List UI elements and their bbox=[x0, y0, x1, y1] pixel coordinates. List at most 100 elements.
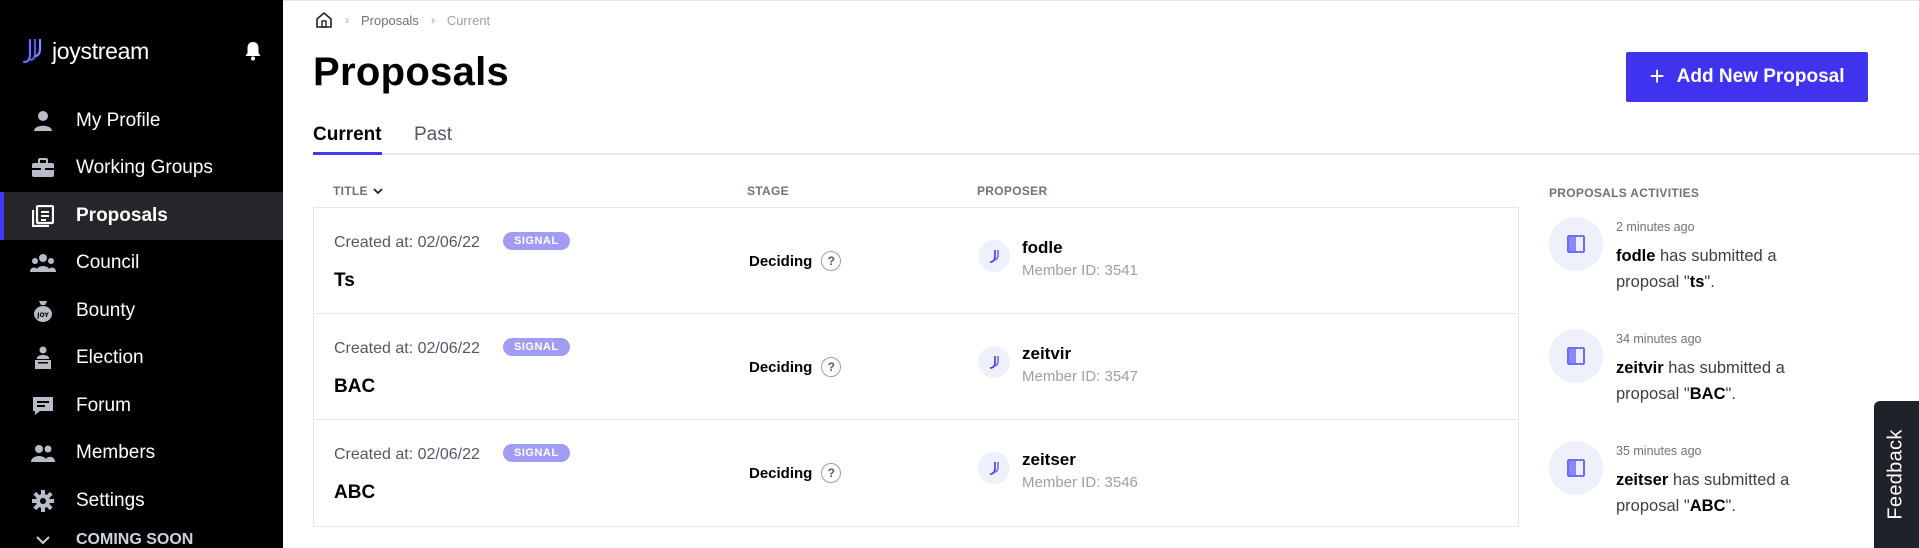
help-icon[interactable]: ? bbox=[821, 357, 842, 377]
members-icon bbox=[30, 440, 56, 466]
joystream-logo-icon bbox=[22, 38, 42, 64]
activity-text-end: ". bbox=[1725, 497, 1736, 515]
avatar bbox=[978, 240, 1010, 272]
feedback-label: Feedback bbox=[1885, 429, 1908, 520]
coming-soon-toggle[interactable]: COMING SOON bbox=[0, 525, 283, 548]
sidebar-item-label: My Profile bbox=[76, 109, 161, 131]
sidebar-nav: My Profile Working Groups Proposals Coun… bbox=[0, 97, 283, 548]
sidebar-item-label: Working Groups bbox=[76, 157, 213, 179]
sidebar: joystream My Profile Working Groups Prop… bbox=[0, 0, 283, 548]
activity-text-end: ". bbox=[1704, 273, 1715, 291]
tab-past[interactable]: Past bbox=[414, 124, 452, 152]
sidebar-item-bounty[interactable]: JOY Bounty bbox=[0, 287, 283, 335]
proposer[interactable]: fodle Member ID: 3541 bbox=[978, 238, 1138, 279]
activity-proposal[interactable]: ABC bbox=[1690, 497, 1726, 515]
activity-time: 34 minutes ago bbox=[1616, 332, 1702, 346]
activity-proposal[interactable]: ts bbox=[1690, 273, 1705, 291]
member-id: Member ID: 3547 bbox=[1022, 368, 1138, 385]
sidebar-item-label: Election bbox=[76, 347, 144, 369]
activity-member[interactable]: fodle bbox=[1616, 247, 1655, 265]
proposer-name: fodle bbox=[1022, 238, 1063, 257]
proposal-activity-icon bbox=[1549, 217, 1603, 271]
user-icon bbox=[30, 108, 56, 134]
stage-label: Deciding bbox=[749, 464, 813, 482]
proposer[interactable]: zeitvir Member ID: 3547 bbox=[978, 344, 1138, 385]
add-new-proposal-button[interactable]: + Add New Proposal bbox=[1626, 52, 1868, 102]
proposal-activity-icon bbox=[1549, 441, 1603, 495]
sidebar-item-council[interactable]: Council bbox=[0, 240, 283, 288]
proposal-type-badge: SIGNAL bbox=[503, 232, 570, 250]
bell-icon[interactable] bbox=[244, 41, 262, 61]
created-at: Created at: 02/06/22 bbox=[334, 340, 480, 357]
proposer-name: zeitser bbox=[1022, 450, 1076, 469]
member-id: Member ID: 3541 bbox=[1022, 262, 1138, 279]
sidebar-item-proposals[interactable]: Proposals bbox=[0, 192, 283, 240]
help-icon[interactable]: ? bbox=[821, 463, 842, 483]
main-content: › Proposals › Current Proposals + Add Ne… bbox=[283, 0, 1919, 548]
activity-member[interactable]: zeitser bbox=[1616, 471, 1668, 489]
proposal-activity-icon bbox=[1549, 329, 1603, 383]
proposal-title[interactable]: ABC bbox=[334, 482, 375, 504]
sidebar-item-election[interactable]: Election bbox=[0, 335, 283, 383]
coming-soon-label: COMING SOON bbox=[76, 530, 194, 548]
home-icon[interactable] bbox=[315, 11, 333, 29]
activity-proposal[interactable]: BAC bbox=[1690, 385, 1726, 403]
help-icon[interactable]: ? bbox=[821, 251, 842, 271]
breadcrumb-current: Current bbox=[446, 12, 491, 28]
sidebar-item-forum[interactable]: Forum bbox=[0, 382, 283, 430]
sidebar-item-label: Proposals bbox=[76, 204, 168, 226]
column-proposer-header: PROPOSER bbox=[977, 184, 1048, 198]
bounty-icon: JOY bbox=[30, 298, 56, 324]
chevron-down-icon bbox=[373, 188, 383, 195]
add-new-proposal-label: Add New Proposal bbox=[1676, 66, 1845, 87]
activity-text: zeitvir has submitted a proposal "BAC". bbox=[1616, 355, 1816, 407]
proposal-type-badge: SIGNAL bbox=[503, 444, 570, 462]
proposal-stage: Deciding ? bbox=[749, 251, 842, 271]
proposal-title[interactable]: Ts bbox=[334, 270, 355, 292]
stage-label: Deciding bbox=[749, 252, 813, 270]
activity-time: 2 minutes ago bbox=[1616, 220, 1695, 234]
sidebar-item-my-profile[interactable]: My Profile bbox=[0, 97, 283, 145]
activity-text: fodle has submitted a proposal "ts". bbox=[1616, 243, 1816, 295]
top-divider bbox=[283, 0, 1919, 1]
sidebar-item-label: Settings bbox=[76, 489, 145, 511]
member-id: Member ID: 3546 bbox=[1022, 474, 1138, 491]
avatar bbox=[978, 346, 1010, 378]
plus-icon: + bbox=[1649, 61, 1665, 91]
feedback-button[interactable]: Feedback bbox=[1874, 401, 1919, 548]
sidebar-item-working-groups[interactable]: Working Groups bbox=[0, 145, 283, 193]
column-stage-header: STAGE bbox=[747, 184, 789, 198]
stage-label: Deciding bbox=[749, 358, 813, 376]
sidebar-item-label: Council bbox=[76, 252, 140, 274]
breadcrumb: › Proposals › Current bbox=[315, 11, 490, 29]
proposals-icon bbox=[30, 203, 56, 229]
column-title-header[interactable]: TITLE bbox=[333, 184, 384, 198]
activity-text-end: ". bbox=[1725, 385, 1736, 403]
table-row[interactable]: Created at: 02/06/22 SIGNAL Ts Deciding … bbox=[314, 208, 1518, 314]
proposer[interactable]: zeitser Member ID: 3546 bbox=[978, 450, 1138, 491]
breadcrumb-separator: › bbox=[430, 13, 435, 27]
proposal-stage: Deciding ? bbox=[749, 357, 842, 377]
proposals-table: Created at: 02/06/22 SIGNAL Ts Deciding … bbox=[313, 207, 1519, 527]
activity-member[interactable]: zeitvir bbox=[1616, 359, 1664, 377]
sidebar-item-settings[interactable]: Settings bbox=[0, 477, 283, 525]
gear-icon bbox=[30, 488, 56, 514]
council-icon bbox=[30, 250, 56, 276]
proposal-title[interactable]: BAC bbox=[334, 376, 375, 398]
page-title: Proposals bbox=[313, 50, 510, 94]
sidebar-item-label: Forum bbox=[76, 394, 131, 416]
tab-current[interactable]: Current bbox=[313, 124, 382, 155]
table-row[interactable]: Created at: 02/06/22 SIGNAL BAC Deciding… bbox=[314, 314, 1518, 420]
avatar bbox=[978, 452, 1010, 484]
chevron-down-icon bbox=[30, 527, 56, 548]
activity-time: 35 minutes ago bbox=[1616, 444, 1702, 458]
proposal-tabs: Current Past bbox=[313, 124, 1919, 155]
proposer-name: zeitvir bbox=[1022, 344, 1072, 363]
breadcrumb-proposals[interactable]: Proposals bbox=[361, 13, 419, 28]
proposal-stage: Deciding ? bbox=[749, 463, 842, 483]
table-row[interactable]: Created at: 02/06/22 SIGNAL ABC Deciding… bbox=[314, 420, 1518, 526]
brand-logo[interactable]: joystream bbox=[20, 36, 149, 66]
breadcrumb-separator: › bbox=[345, 13, 349, 27]
activities-title: PROPOSALS ACTIVITIES bbox=[1549, 186, 1700, 200]
sidebar-item-members[interactable]: Members bbox=[0, 430, 283, 478]
